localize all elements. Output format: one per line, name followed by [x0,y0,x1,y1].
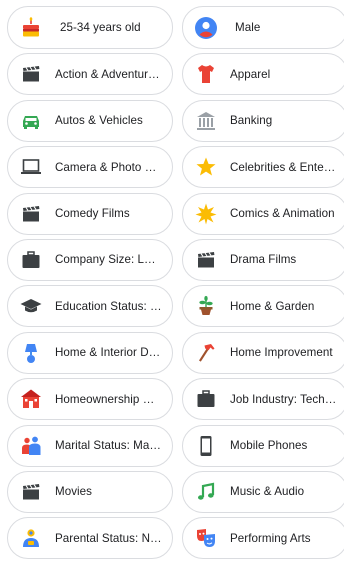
chip-label: Education Status: B... [55,299,162,313]
chip-label: Male [235,21,261,34]
chip-label: Drama Films [230,253,297,267]
chip-label: Mobile Phones [230,439,308,453]
chip-action-adventure[interactable]: Action & Adventure ... [7,53,173,96]
potted-plant-icon [194,294,218,318]
clapperboard-icon [19,202,43,226]
chip-mobile-phones[interactable]: Mobile Phones [182,424,344,467]
chip-job-industry[interactable]: Job Industry: Techn... [182,378,344,421]
chip-autos-vehicles[interactable]: Autos & Vehicles [7,99,173,142]
chip-home-interior[interactable]: Home & Interior De... [7,331,173,374]
chip-label: Action & Adventure ... [55,67,162,81]
tshirt-icon [194,62,218,86]
clapperboard-icon [19,62,43,86]
couple-icon [19,434,43,458]
chip-label: Autos & Vehicles [55,114,143,128]
chip-home-improvement[interactable]: Home Improvement [182,331,344,374]
chip-company-size[interactable]: Company Size: Larg... [7,238,173,281]
mobile-phone-icon [194,434,218,458]
chip-label: Home Improvement [230,346,333,360]
chip-drama-films[interactable]: Drama Films [182,238,344,281]
star-icon [194,155,218,179]
chip-apparel[interactable]: Apparel [182,53,344,96]
chip-label: Performing Arts [230,531,311,545]
chip-label: Parental Status: Not... [55,531,162,545]
car-icon [19,109,43,133]
clapperboard-icon [194,248,218,272]
chip-label: Comics & Animation [230,207,335,221]
chip-marital-status[interactable]: Marital Status: Marr... [7,424,173,467]
chip-label: Movies [55,485,93,499]
chip-label: Home & Garden [230,299,315,313]
chip-performing-arts[interactable]: Performing Arts [182,517,344,560]
briefcase-icon [194,387,218,411]
graduation-cap-icon [19,294,43,318]
chip-education-status[interactable]: Education Status: B... [7,285,173,328]
bank-icon [194,109,218,133]
hammer-icon [194,341,218,365]
chip-label: Comedy Films [55,207,130,221]
chip-homeownership-status[interactable]: Homeownership Sta... [7,378,173,421]
chip-label: Apparel [230,67,271,81]
chip-comedy-films[interactable]: Comedy Films [7,192,173,235]
chip-home-garden[interactable]: Home & Garden [182,285,344,328]
chip-label: Company Size: Larg... [55,253,162,267]
chip-age-range[interactable]: 25-34 years old [7,6,173,49]
briefcase-icon [19,248,43,272]
theater-masks-icon [194,526,218,550]
chip-label: Banking [230,114,273,128]
burst-icon [194,202,218,226]
chip-label: Homeownership Sta... [55,392,162,406]
house-icon [19,387,43,411]
chip-gender[interactable]: Male [182,6,344,49]
parent-icon [19,526,43,550]
birthday-cake-icon [19,16,43,40]
user-avatar-icon [194,16,218,40]
chip-comics-animation[interactable]: Comics & Animation [182,192,344,235]
chip-label: Job Industry: Techn... [230,392,337,406]
chip-label: Music & Audio [230,485,305,499]
music-note-icon [194,480,218,504]
lamp-icon [19,341,43,365]
chip-label: Camera & Photo Eq... [55,160,162,174]
chip-label: Home & Interior De... [55,346,162,360]
chip-parental-status[interactable]: Parental Status: Not... [7,517,173,560]
chip-banking[interactable]: Banking [182,99,344,142]
chip-music-audio[interactable]: Music & Audio [182,470,344,513]
chip-label: Marital Status: Marr... [55,439,162,453]
chip-movies[interactable]: Movies [7,470,173,513]
laptop-icon [19,155,43,179]
chip-camera-photo[interactable]: Camera & Photo Eq... [7,146,173,189]
chip-label: 25-34 years old [60,21,141,34]
clapperboard-icon [19,480,43,504]
interest-chip-grid: 25-34 years old Male Action & Adventure … [7,6,344,560]
chip-label: Celebrities & Entert... [230,160,337,174]
chip-celebrities[interactable]: Celebrities & Entert... [182,146,344,189]
